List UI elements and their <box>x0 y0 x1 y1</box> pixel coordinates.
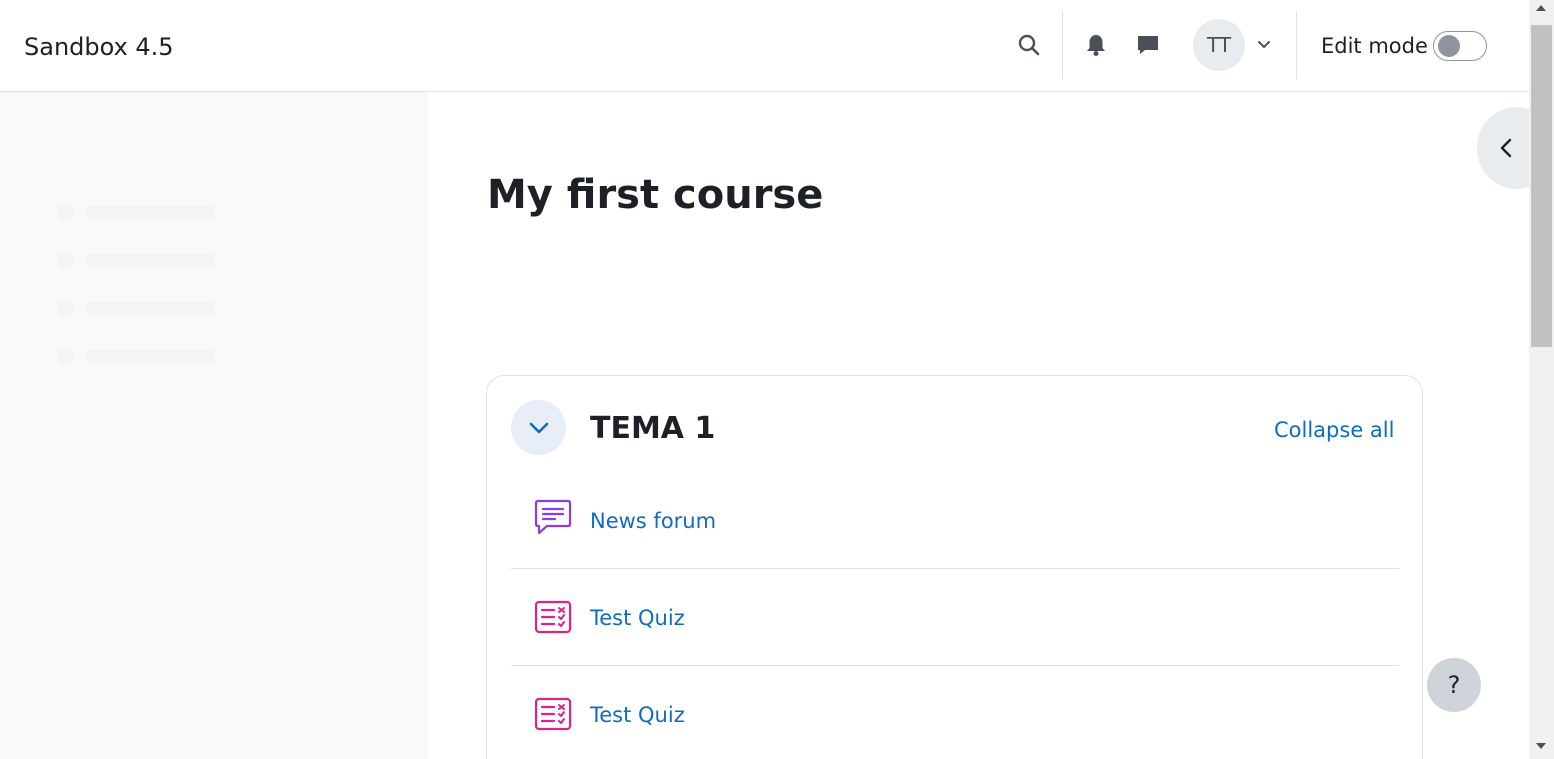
scroll-thumb[interactable] <box>1531 25 1552 347</box>
chevron-down-icon[interactable] <box>1255 36 1273 54</box>
quiz-icon <box>533 694 573 734</box>
activity-item: News forum <box>511 472 1399 569</box>
navbar-divider <box>1296 11 1297 79</box>
navbar-divider <box>1062 11 1063 79</box>
scroll-up-arrow[interactable] <box>1536 5 1546 11</box>
forum-icon <box>533 497 573 537</box>
chevron-left-icon <box>1500 138 1512 158</box>
message-icon[interactable] <box>1132 28 1164 62</box>
placeholder-row <box>58 250 218 272</box>
activity-item: Test Quiz <box>511 569 1399 666</box>
course-section: TEMA 1 Collapse all News forum Test Quiz… <box>486 375 1423 759</box>
toggle-knob <box>1438 35 1460 57</box>
edit-mode-label: Edit mode <box>1321 34 1428 58</box>
edit-mode-toggle[interactable] <box>1433 31 1487 61</box>
site-name[interactable]: Sandbox 4.5 <box>24 32 174 62</box>
help-button[interactable]: ? <box>1427 658 1481 712</box>
user-avatar[interactable]: TT <box>1193 19 1245 71</box>
section-collapse-toggle[interactable] <box>511 400 566 455</box>
course-index-drawer <box>0 92 428 759</box>
search-icon[interactable] <box>1012 28 1046 62</box>
scroll-down-arrow[interactable] <box>1536 743 1546 749</box>
section-title[interactable]: TEMA 1 <box>590 412 715 446</box>
quiz-icon <box>533 597 573 637</box>
page-title: My first course <box>487 172 824 218</box>
activity-link[interactable]: Test Quiz <box>590 605 685 631</box>
activity-link[interactable]: Test Quiz <box>590 702 685 728</box>
bell-icon[interactable] <box>1080 28 1112 62</box>
placeholder-row <box>58 298 218 320</box>
top-navbar: Sandbox 4.5 TT Edit mode <box>0 0 1529 92</box>
collapse-all-link[interactable]: Collapse all <box>1274 417 1394 443</box>
activity-item: Test Quiz <box>511 666 1399 759</box>
page-scrollbar[interactable] <box>1529 0 1554 759</box>
activity-link[interactable]: News forum <box>590 508 716 534</box>
placeholder-row <box>58 202 218 224</box>
placeholder-row <box>58 346 218 368</box>
